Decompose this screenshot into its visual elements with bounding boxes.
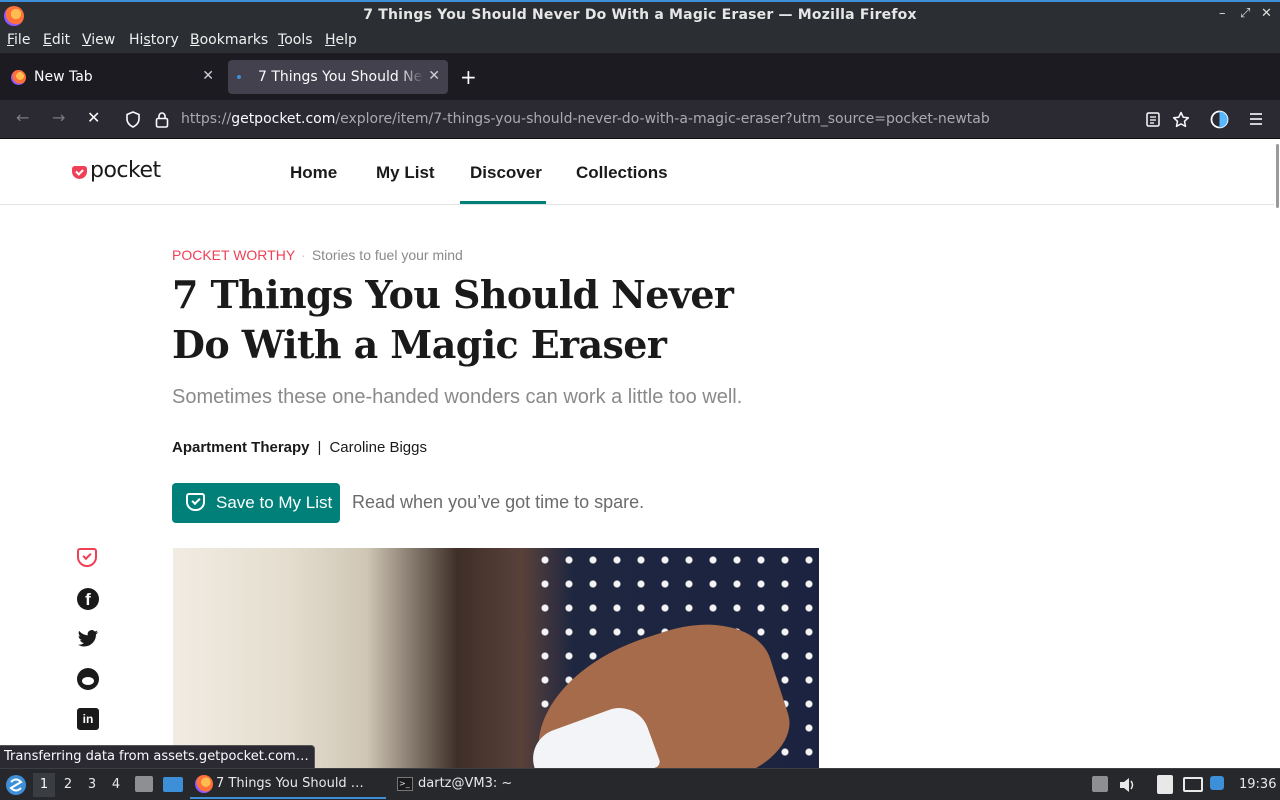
nav-discover[interactable]: Discover	[470, 163, 542, 183]
close-window-button[interactable]: ✕	[1261, 6, 1272, 21]
system-taskbar: 1 2 3 4 7 Things You Should … >_ dartz@V…	[0, 768, 1280, 800]
nav-collections[interactable]: Collections	[576, 163, 668, 183]
lock-icon[interactable]	[155, 111, 169, 128]
article-subtitle: Sometimes these one-handed wonders can w…	[172, 386, 743, 408]
url-bar[interactable]: https://getpocket.com/explore/item/7-thi…	[116, 104, 1208, 135]
tray-eject-icon[interactable]	[1092, 776, 1108, 792]
loading-dot-icon	[237, 75, 241, 79]
save-note: Read when you’ve got time to spare.	[352, 492, 645, 512]
bookmark-star-icon[interactable]	[1172, 111, 1190, 128]
share-facebook-icon[interactable]: f	[77, 588, 99, 610]
save-to-my-list-button[interactable]: Save to My List	[172, 483, 340, 523]
shield-icon[interactable]	[125, 111, 141, 128]
menu-tools[interactable]: Tools	[278, 32, 313, 48]
nav-my-list[interactable]: My List	[376, 163, 435, 183]
back-button[interactable]: ←	[16, 108, 29, 127]
taskbar-firefox-window[interactable]: 7 Things You Should …	[190, 771, 386, 799]
workspace-4[interactable]: 4	[105, 773, 127, 797]
pocket-save-icon	[186, 493, 205, 511]
menu-history[interactable]: History	[129, 32, 179, 48]
close-tab-icon[interactable]: ✕	[202, 68, 214, 84]
firefox-taskbar-icon	[195, 775, 213, 793]
taskbar-terminal-window[interactable]: >_ dartz@VM3: ~	[392, 771, 572, 799]
scrollbar-thumb[interactable]	[1276, 144, 1279, 208]
eyebrow-separator: ·	[301, 247, 306, 263]
tab-strip: New Tab ✕ 7 Things You Should Never Do W…	[0, 53, 1280, 100]
stop-button[interactable]: ✕	[87, 108, 100, 127]
status-panel: Transferring data from assets.getpocket.…	[0, 745, 315, 768]
contrast-extension-icon[interactable]	[1210, 110, 1229, 129]
article-title: 7 Things You Should Never Do With a Magi…	[172, 272, 734, 367]
forward-button[interactable]: →	[52, 108, 65, 127]
firefox-favicon-icon	[11, 70, 26, 85]
byline-separator: |	[317, 439, 322, 456]
article-eyebrow: POCKET WORTHY · Stories to fuel your mind	[172, 247, 463, 263]
terminal-icon: >_	[397, 777, 413, 791]
menu-bar: File Edit View History Bookmarks Tools H…	[0, 30, 1280, 53]
window-title: 7 Things You Should Never Do With a Magi…	[363, 7, 917, 23]
hamburger-menu-icon[interactable]	[1249, 112, 1263, 126]
workspace-1[interactable]: 1	[33, 773, 55, 797]
tab-article[interactable]: 7 Things You Should Never Do With a Magi…	[228, 60, 448, 94]
tab-new-tab[interactable]: New Tab ✕	[4, 60, 222, 94]
clock[interactable]: 19:36	[1239, 777, 1276, 792]
share-reddit-icon[interactable]	[77, 668, 99, 690]
reader-view-icon[interactable]	[1146, 112, 1160, 127]
share-pocket-icon[interactable]	[77, 548, 97, 567]
tab-label: 7 Things You Should Never Do With a Magi…	[258, 69, 424, 85]
menu-file[interactable]: File	[7, 32, 30, 48]
file-manager-icon[interactable]	[135, 776, 153, 792]
window-titlebar: 7 Things You Should Never Do With a Magi…	[0, 0, 1280, 30]
menu-bookmarks[interactable]: Bookmarks	[190, 32, 268, 48]
nav-active-indicator	[460, 201, 546, 204]
navigation-toolbar: ← → ✕ https://getpocket.com/explore/item…	[0, 100, 1280, 139]
tab-label: New Tab	[34, 69, 93, 85]
workspace-3[interactable]: 3	[81, 773, 103, 797]
pocket-worthy-kicker[interactable]: POCKET WORTHY	[172, 247, 295, 263]
workspace-2[interactable]: 2	[57, 773, 79, 797]
clipboard-icon[interactable]	[1157, 775, 1173, 794]
taskbar-task-label: dartz@VM3: ~	[418, 776, 513, 791]
pocket-logo-icon	[72, 166, 87, 179]
article-hero-image	[173, 548, 819, 768]
web-page: pocket Home My List Discover Collections…	[0, 140, 1280, 768]
minimize-button[interactable]: –	[1219, 6, 1226, 21]
publisher-name: Apartment Therapy	[172, 439, 310, 456]
nav-home[interactable]: Home	[290, 163, 337, 183]
taskbar-task-label: 7 Things You Should …	[216, 776, 364, 791]
author-name: Caroline Biggs	[329, 439, 427, 456]
menu-help[interactable]: Help	[325, 32, 357, 48]
start-menu-icon[interactable]	[5, 774, 27, 796]
maximize-button[interactable]: ⤢	[1240, 6, 1250, 21]
page-scrollbar[interactable]	[1274, 140, 1280, 768]
show-desktop-icon[interactable]	[163, 777, 183, 792]
notification-icon[interactable]	[1210, 776, 1224, 790]
new-tab-button[interactable]: +	[460, 65, 477, 89]
menu-edit[interactable]: Edit	[43, 32, 70, 48]
article-byline: Apartment Therapy | Caroline Biggs	[172, 439, 427, 456]
site-header: pocket Home My List Discover Collections	[0, 140, 1274, 205]
pocket-logo-text: pocket	[90, 158, 161, 183]
eyebrow-tagline: Stories to fuel your mind	[311, 247, 463, 263]
volume-icon[interactable]	[1119, 777, 1137, 793]
url-text[interactable]: https://getpocket.com/explore/item/7-thi…	[181, 111, 990, 127]
share-linkedin-icon[interactable]: in	[77, 708, 99, 730]
menu-view[interactable]: View	[82, 32, 115, 48]
close-tab-icon[interactable]: ✕	[428, 68, 440, 84]
share-twitter-icon[interactable]	[77, 628, 99, 650]
save-button-label: Save to My List	[216, 493, 333, 512]
network-icon[interactable]	[1183, 777, 1203, 792]
